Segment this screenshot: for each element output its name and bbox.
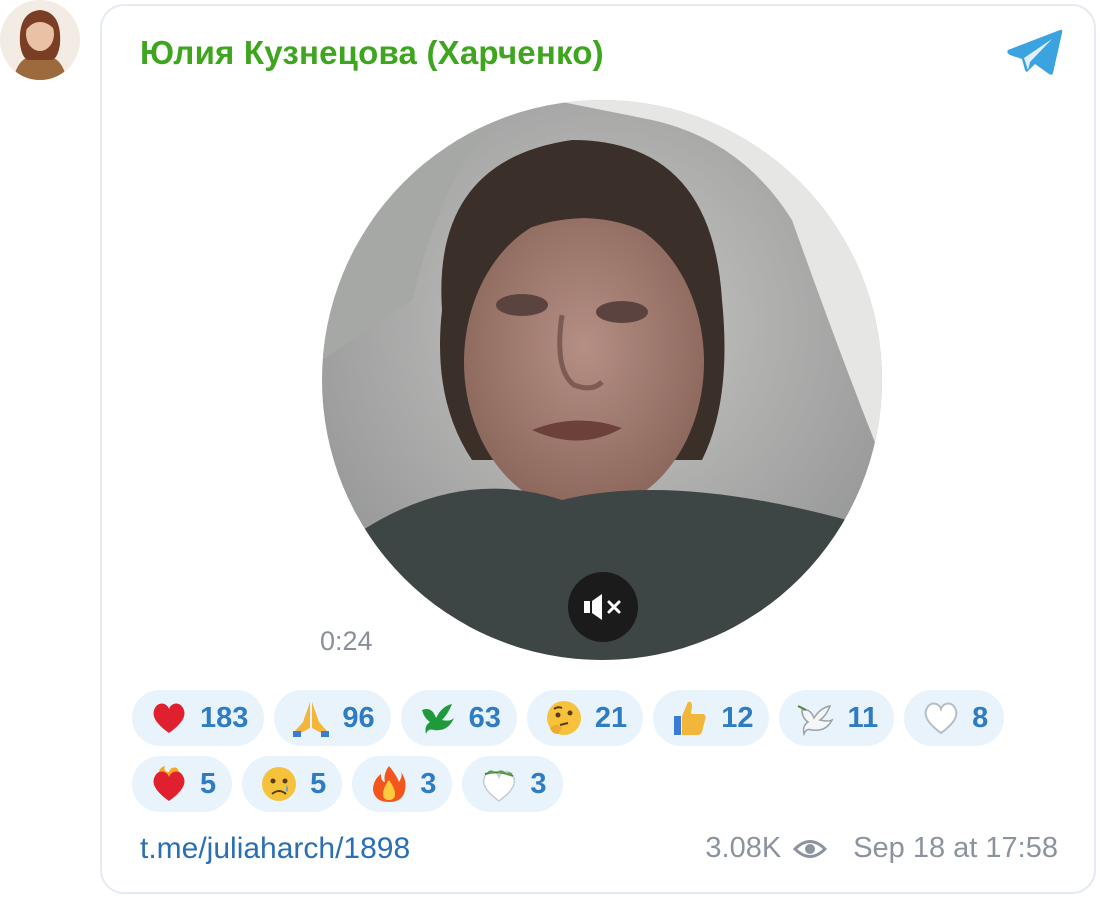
reaction-count: 11 xyxy=(847,701,879,734)
reaction-heart-on-fire[interactable]: 5 xyxy=(132,756,233,812)
reaction-green-dove[interactable]: 63 xyxy=(400,690,517,746)
reactions-bar: 183 96 63 21 12 11 8 5 5 3 3 xyxy=(132,690,1062,812)
muted-speaker-icon xyxy=(584,594,621,620)
author-name[interactable]: Юлия Кузнецова (Харченко) xyxy=(140,34,604,72)
reaction-count: 5 xyxy=(310,767,327,800)
reaction-fire[interactable]: 3 xyxy=(352,756,453,812)
reaction-count: 3 xyxy=(530,767,547,800)
reaction-thinking[interactable]: 21 xyxy=(526,690,644,746)
post-meta: 3.08K Sep 18 at 17:58 xyxy=(705,832,1058,865)
eye-icon xyxy=(793,839,828,858)
reaction-count: 21 xyxy=(594,701,628,734)
reaction-white-heart[interactable]: 8 xyxy=(904,690,1005,746)
post-link[interactable]: t.me/juliaharch/1898 xyxy=(140,832,410,866)
telegram-post-card: Юлия Кузнецова (Харченко) 0:24 183 96 63… xyxy=(100,4,1096,894)
crying-face-icon xyxy=(258,763,300,805)
reaction-praying-hands[interactable]: 96 xyxy=(274,690,391,746)
reaction-count: 63 xyxy=(468,701,501,734)
reaction-dove[interactable]: 11 xyxy=(779,690,895,746)
heart-with-olive-branch-icon xyxy=(478,763,520,805)
reaction-count: 8 xyxy=(972,701,989,734)
unmute-button[interactable] xyxy=(568,572,638,642)
reaction-count: 5 xyxy=(200,767,217,800)
fire-icon xyxy=(368,763,410,805)
dove-icon xyxy=(795,697,837,739)
heart-on-fire-icon xyxy=(148,763,190,805)
author-avatar[interactable] xyxy=(0,0,80,80)
white-heart-icon xyxy=(920,697,962,739)
reaction-heart[interactable]: 183 xyxy=(132,690,265,746)
green-dove-icon xyxy=(417,697,459,739)
video-duration: 0:24 xyxy=(320,626,373,656)
telegram-logo-icon[interactable] xyxy=(1006,28,1064,76)
thinking-face-icon xyxy=(543,697,585,739)
reaction-heart-with-olive-branch[interactable]: 3 xyxy=(462,756,563,812)
praying-hands-icon xyxy=(290,697,332,739)
post-date: Sep 18 at 17:58 xyxy=(853,832,1058,864)
view-count: 3.08K xyxy=(705,832,782,864)
avatar-portrait xyxy=(0,0,80,80)
heart-icon xyxy=(148,697,190,739)
reaction-count: 3 xyxy=(420,767,437,800)
reaction-count: 96 xyxy=(342,701,375,734)
reaction-thumbs-up[interactable]: 12 xyxy=(653,690,770,746)
reaction-count: 183 xyxy=(200,701,249,734)
reaction-count: 12 xyxy=(721,701,754,734)
reaction-crying[interactable]: 5 xyxy=(242,756,343,812)
thumbs-up-icon xyxy=(669,697,711,739)
